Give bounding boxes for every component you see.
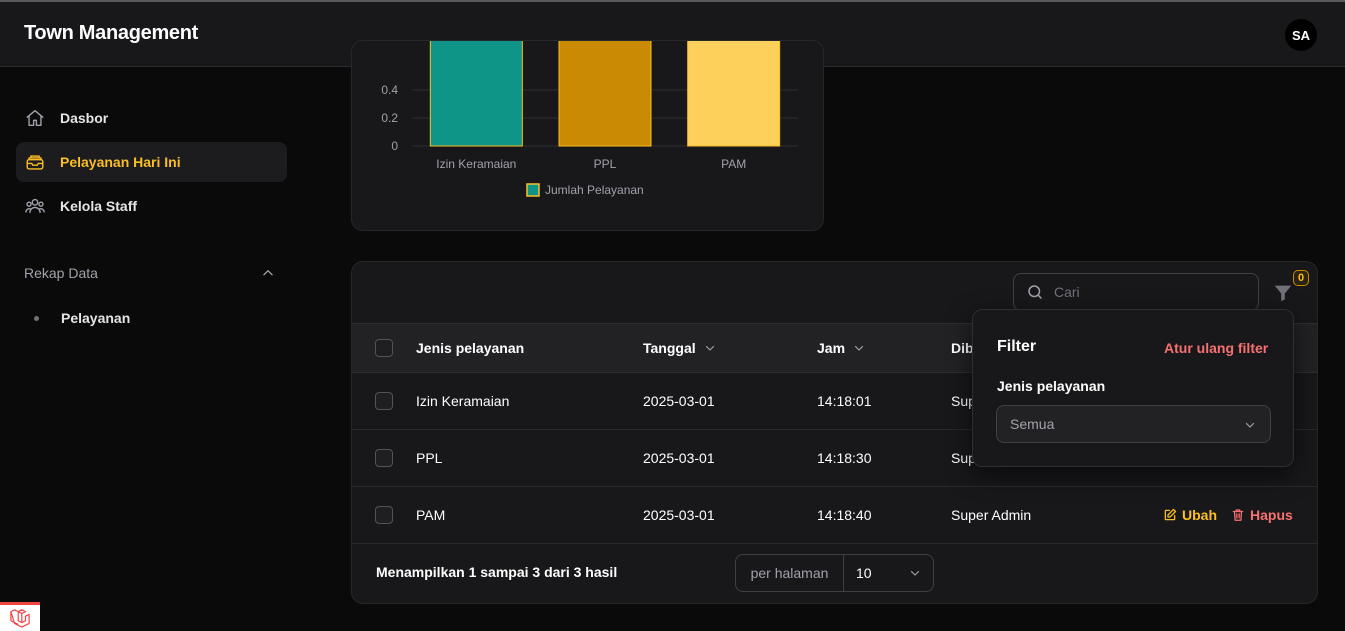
cell-jenis: PPL <box>416 450 443 466</box>
filter-count-badge: 0 <box>1293 270 1309 286</box>
filter-popover: Filter Atur ulang filter Jenis pelayanan… <box>972 309 1294 467</box>
cell-jenis: PAM <box>416 507 446 523</box>
sidebar-group-rekap-data[interactable]: Rekap Data <box>24 265 98 281</box>
sidebar-item-label: Pelayanan Hari Ini <box>60 154 181 170</box>
filter-icon[interactable] <box>1272 282 1294 304</box>
cell-tanggal: 2025-03-01 <box>643 393 715 409</box>
row-checkbox[interactable] <box>375 449 393 467</box>
chart-card: 0 0.2 0.4 Izin Keramaian PPL PAM Jumlah Pelaya… <box>351 40 824 231</box>
cell-jenis: Izin Keramaian <box>416 393 510 409</box>
sidebar-item-kelola-staff[interactable]: Kelola Staff <box>16 186 287 226</box>
x-tick-label: PAM <box>721 157 746 171</box>
column-header-tanggal[interactable]: Tanggal <box>643 324 716 372</box>
search-icon <box>1028 285 1042 299</box>
legend-swatch <box>526 183 540 197</box>
row-checkbox[interactable] <box>375 392 393 410</box>
cell-tanggal: 2025-03-01 <box>643 507 715 523</box>
jenis-pelayanan-select[interactable]: Semua <box>996 405 1271 443</box>
chevron-down-icon <box>705 345 714 351</box>
per-page-select[interactable]: per halaman 10 <box>735 554 934 592</box>
cell-jam: 14:18:30 <box>817 450 872 466</box>
x-tick-label: Izin Keramaian <box>436 157 516 171</box>
cell-jam: 14:18:01 <box>817 393 872 409</box>
pencil-square-icon <box>1164 508 1177 521</box>
chevron-up-icon[interactable] <box>261 266 275 280</box>
reset-filter-link[interactable]: Atur ulang filter <box>1164 340 1268 356</box>
x-tick-label: PPL <box>594 157 617 171</box>
legend-label: Jumlah Pelayanan <box>545 183 644 197</box>
per-page-value[interactable]: 10 <box>844 555 933 591</box>
per-page-label: per halaman <box>736 555 844 591</box>
table-row: PAM 2025-03-01 14:18:40 Super Admin Ubah… <box>352 487 1317 544</box>
bullet-dot <box>34 315 39 321</box>
row-checkbox[interactable] <box>375 506 393 524</box>
inbox-stack-icon <box>26 155 44 170</box>
users-icon <box>25 198 45 214</box>
pagination-summary: Menampilkan 1 sampai 3 dari 3 hasil <box>376 564 618 580</box>
column-header-dibuat-oleh[interactable]: Dib <box>951 324 974 372</box>
y-tick-label: 0.2 <box>381 111 398 125</box>
chevron-down-icon <box>910 570 920 576</box>
home-icon <box>26 109 44 127</box>
sidebar-item-pelayanan-hari-ini[interactable]: Pelayanan Hari Ini <box>16 142 287 182</box>
sidebar-item-dasbor[interactable]: Dasbor <box>16 98 287 138</box>
cell-dibuat-oleh: Super Admin <box>951 507 1032 523</box>
delete-button[interactable]: Hapus <box>1231 487 1293 543</box>
laravel-logo-icon[interactable] <box>0 602 40 631</box>
bar-izin-keramaian <box>429 41 523 147</box>
app-title: Town Management <box>24 22 199 44</box>
bar-chart: 0 0.2 0.4 Izin Keramaian PPL PAM Jumlah Pelaya… <box>381 41 798 197</box>
edit-button[interactable]: Ubah <box>1163 487 1217 543</box>
sidebar-item-label: Dasbor <box>60 110 109 126</box>
sidebar-subitem-pelayanan[interactable]: Pelayanan <box>24 307 130 329</box>
sidebar-subitem-label: Pelayanan <box>61 310 131 326</box>
chevron-down-icon <box>1245 422 1255 428</box>
search-input[interactable] <box>1054 284 1234 300</box>
cell-tanggal: 2025-03-01 <box>643 450 715 466</box>
search-box[interactable] <box>1013 273 1259 311</box>
column-header-jenis: Jenis pelayanan <box>416 340 525 356</box>
column-header-jam[interactable]: Jam <box>817 324 865 372</box>
cell-jam: 14:18:40 <box>817 507 872 523</box>
y-tick-label: 0 <box>391 139 398 153</box>
user-avatar[interactable]: SA <box>1285 19 1317 51</box>
y-tick-label: 0.4 <box>381 83 398 97</box>
bar-pam <box>687 41 781 147</box>
filter-title: Filter <box>997 338 1037 355</box>
chevron-down-icon <box>854 345 864 351</box>
select-all-checkbox[interactable] <box>375 339 393 357</box>
filter-field-label: Jenis pelayanan <box>997 378 1106 394</box>
bar-ppl <box>558 41 652 147</box>
trash-icon <box>1232 509 1244 521</box>
sidebar-item-label: Kelola Staff <box>60 198 138 214</box>
